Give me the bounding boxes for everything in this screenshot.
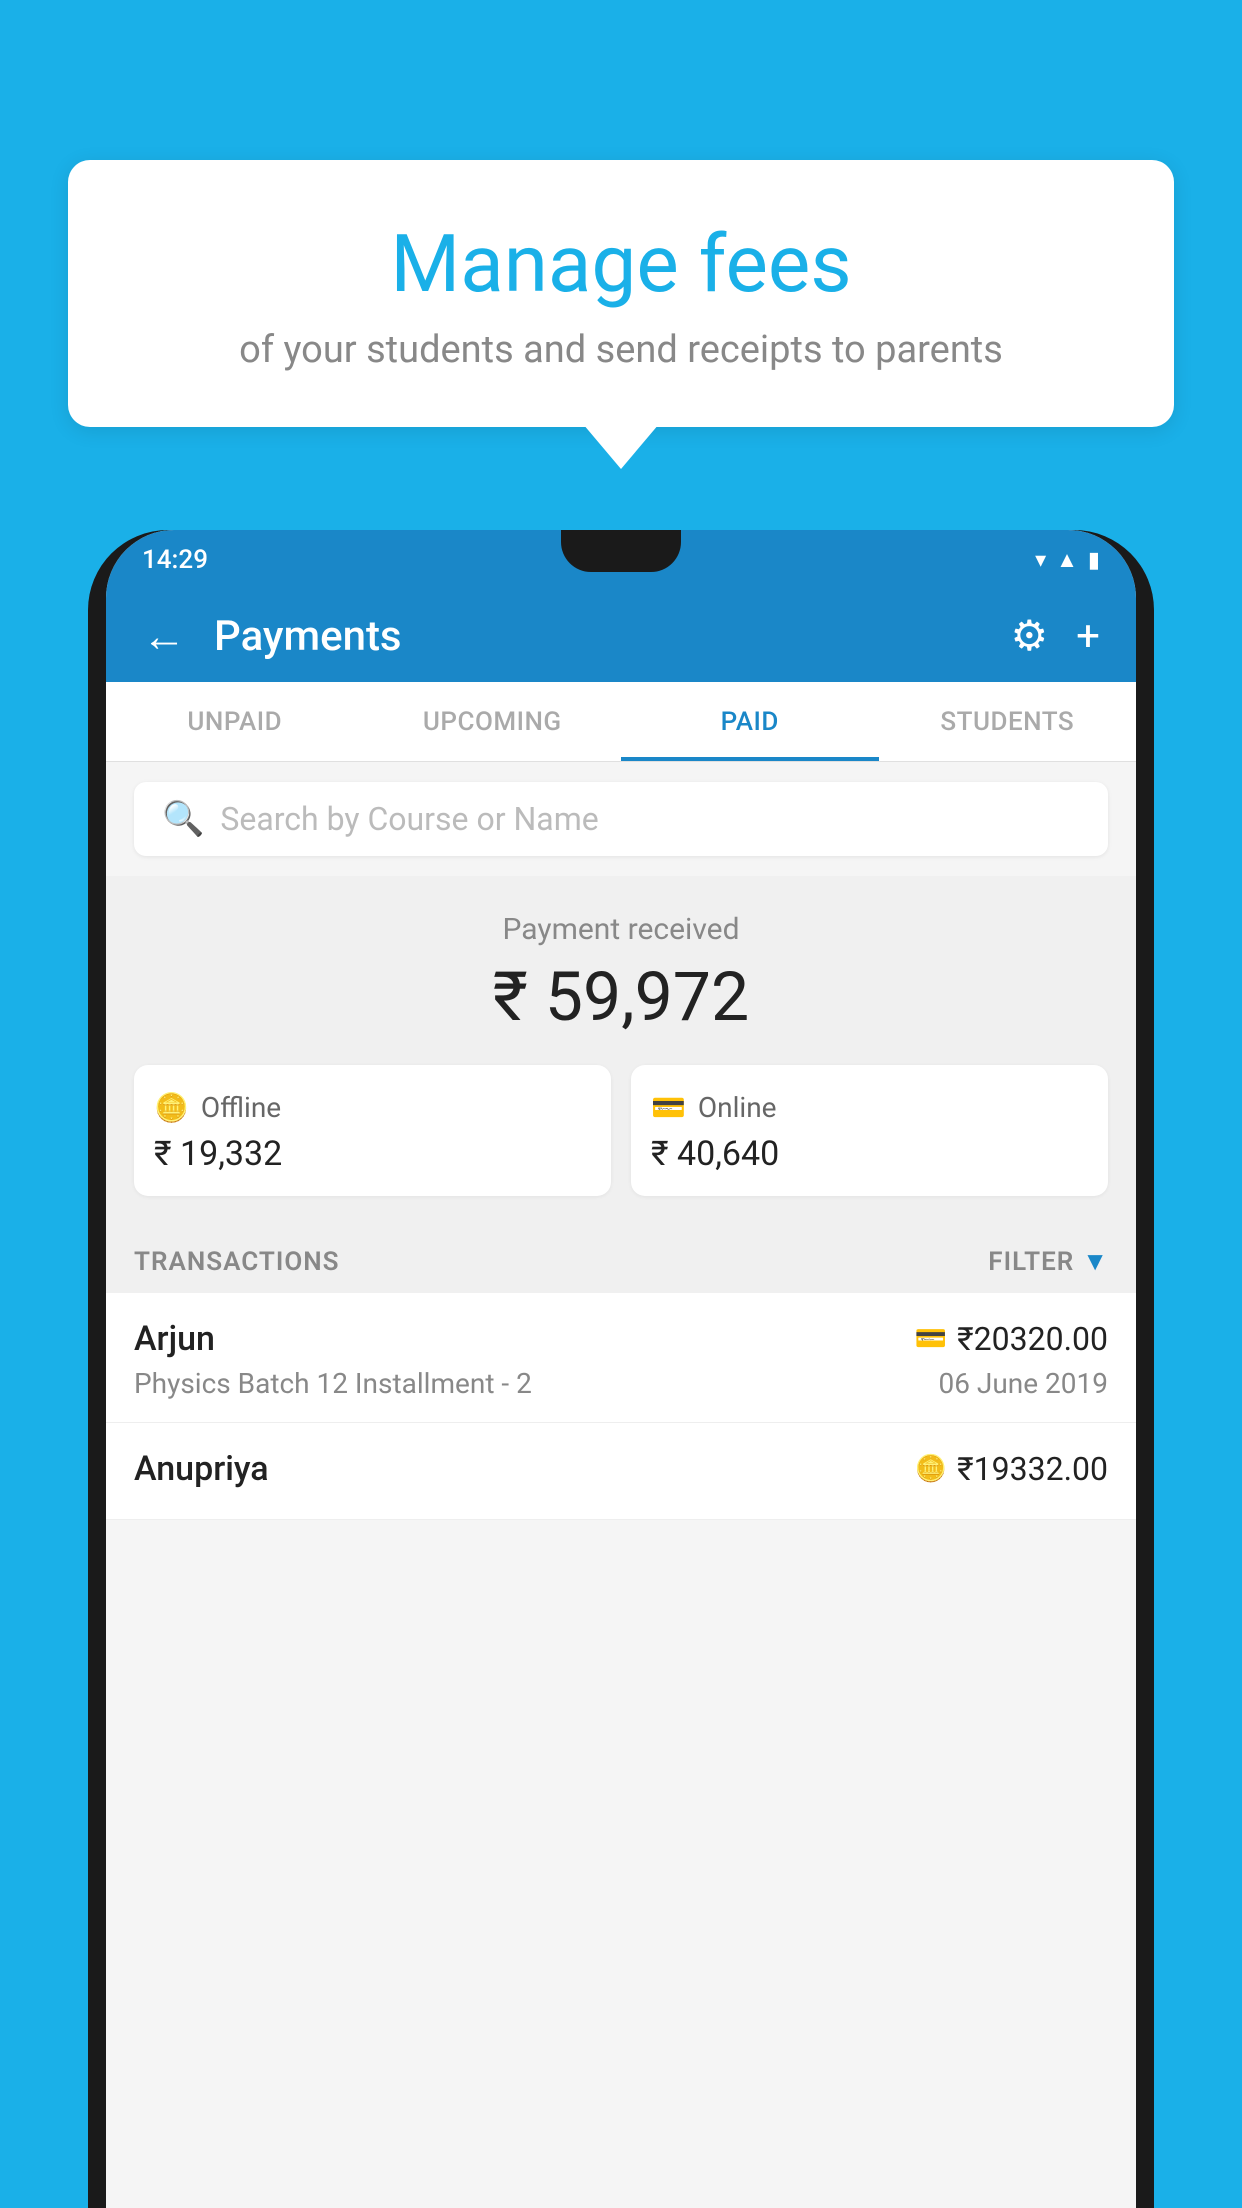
back-button[interactable]: ← [142,610,186,662]
online-icon: 💳 [651,1091,686,1124]
phone-screen: 14:29 ▾ ▲ ▮ ← Payments ⚙ + UNPAID UPCOMI… [106,530,1136,2208]
transaction-amount-wrap: 💳 ₹20320.00 [915,1320,1108,1358]
search-bar[interactable]: 🔍 Search by Course or Name [134,782,1108,856]
tab-unpaid[interactable]: UNPAID [106,682,364,761]
offline-amount: ₹ 19,332 [154,1134,591,1174]
payment-received-label: Payment received [134,912,1108,947]
filter-icon: ▼ [1082,1246,1108,1277]
tooltip-subtitle: of your students and send receipts to pa… [138,328,1104,372]
transaction-type-icon-online: 💳 [915,1324,947,1354]
filter-label: FILTER [988,1247,1074,1277]
table-row[interactable]: Arjun 💳 ₹20320.00 Physics Batch 12 Insta… [106,1293,1136,1423]
transaction-amount-wrap: 🪙 ₹19332.00 [915,1450,1108,1488]
tab-paid[interactable]: PAID [621,682,879,761]
online-payment-card: 💳 Online ₹ 40,640 [631,1065,1108,1196]
search-placeholder: Search by Course or Name [220,800,598,838]
filter-button[interactable]: FILTER ▼ [988,1246,1108,1277]
status-bar: 14:29 ▾ ▲ ▮ [106,530,1136,590]
search-icon: 🔍 [162,799,204,839]
payment-cards: 🪙 Offline ₹ 19,332 💳 Online ₹ 40,640 [134,1065,1108,1196]
status-icons: ▾ ▲ ▮ [1035,547,1100,573]
transaction-row-bottom: Physics Batch 12 Installment - 2 06 June… [134,1367,1108,1400]
transaction-amount: ₹19332.00 [957,1450,1108,1488]
table-row[interactable]: Anupriya 🪙 ₹19332.00 [106,1423,1136,1520]
transaction-course: Physics Batch 12 Installment - 2 [134,1367,532,1400]
header-icons: ⚙ + [1011,611,1101,661]
offline-label: Offline [201,1091,281,1124]
page-title: Payments [214,612,991,661]
tabs-bar: UNPAID UPCOMING PAID STUDENTS [106,682,1136,762]
transaction-amount: ₹20320.00 [957,1320,1108,1358]
wifi-icon: ▾ [1035,548,1046,573]
notch [561,530,681,572]
offline-icon: 🪙 [154,1091,189,1124]
payment-total-amount: ₹ 59,972 [134,957,1108,1037]
add-icon[interactable]: + [1076,612,1100,661]
offline-card-header: 🪙 Offline [154,1091,591,1124]
battery-icon: ▮ [1088,548,1100,573]
tab-upcoming[interactable]: UPCOMING [364,682,622,761]
settings-icon[interactable]: ⚙ [1011,611,1049,661]
transaction-row-top: Arjun 💳 ₹20320.00 [134,1319,1108,1359]
transactions-list: Arjun 💳 ₹20320.00 Physics Batch 12 Insta… [106,1293,1136,1520]
search-container: 🔍 Search by Course or Name [106,762,1136,876]
transaction-name: Anupriya [134,1449,269,1489]
signal-icon: ▲ [1056,547,1078,573]
app-header: ← Payments ⚙ + [106,590,1136,682]
online-label: Online [698,1091,777,1124]
status-time: 14:29 [142,545,208,575]
payment-summary: Payment received ₹ 59,972 🪙 Offline ₹ 19… [106,876,1136,1224]
tooltip-title: Manage fees [138,220,1104,308]
transaction-name: Arjun [134,1319,215,1359]
phone-frame: 14:29 ▾ ▲ ▮ ← Payments ⚙ + UNPAID UPCOMI… [88,530,1154,2208]
transactions-label: TRANSACTIONS [134,1247,340,1277]
transaction-date: 06 June 2019 [938,1367,1108,1400]
online-amount: ₹ 40,640 [651,1134,1088,1174]
tab-students[interactable]: STUDENTS [879,682,1137,761]
tooltip-card: Manage fees of your students and send re… [68,160,1174,427]
transaction-type-icon-offline: 🪙 [915,1454,947,1484]
online-card-header: 💳 Online [651,1091,1088,1124]
transaction-row-top: Anupriya 🪙 ₹19332.00 [134,1449,1108,1489]
offline-payment-card: 🪙 Offline ₹ 19,332 [134,1065,611,1196]
transactions-header: TRANSACTIONS FILTER ▼ [106,1224,1136,1293]
